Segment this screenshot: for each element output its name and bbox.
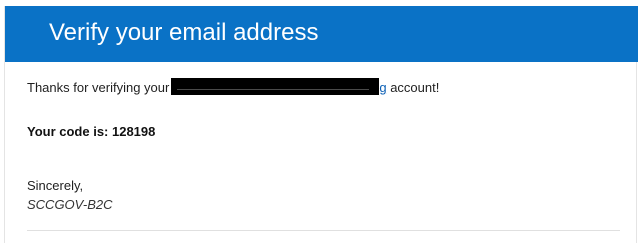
email-title: Verify your email address bbox=[49, 19, 319, 46]
signoff-text: Sincerely, bbox=[27, 178, 84, 193]
verification-code: Your code is: 128198 bbox=[27, 124, 156, 139]
greeting-line: Thanks for verifying your g account! bbox=[27, 78, 439, 95]
domain-link[interactable]: g bbox=[379, 80, 386, 95]
redacted-email-block bbox=[171, 78, 380, 95]
greeting-suffix: account! bbox=[386, 80, 440, 95]
email-header-banner: Verify your email address bbox=[5, 6, 638, 62]
sender-name: SCCGOV-B2C bbox=[27, 197, 113, 212]
greeting-prefix: Thanks for verifying your bbox=[27, 80, 170, 95]
footer-divider bbox=[27, 230, 620, 231]
email-card: Verify your email address Thanks for ver… bbox=[4, 6, 638, 243]
redaction-underline bbox=[177, 89, 370, 90]
